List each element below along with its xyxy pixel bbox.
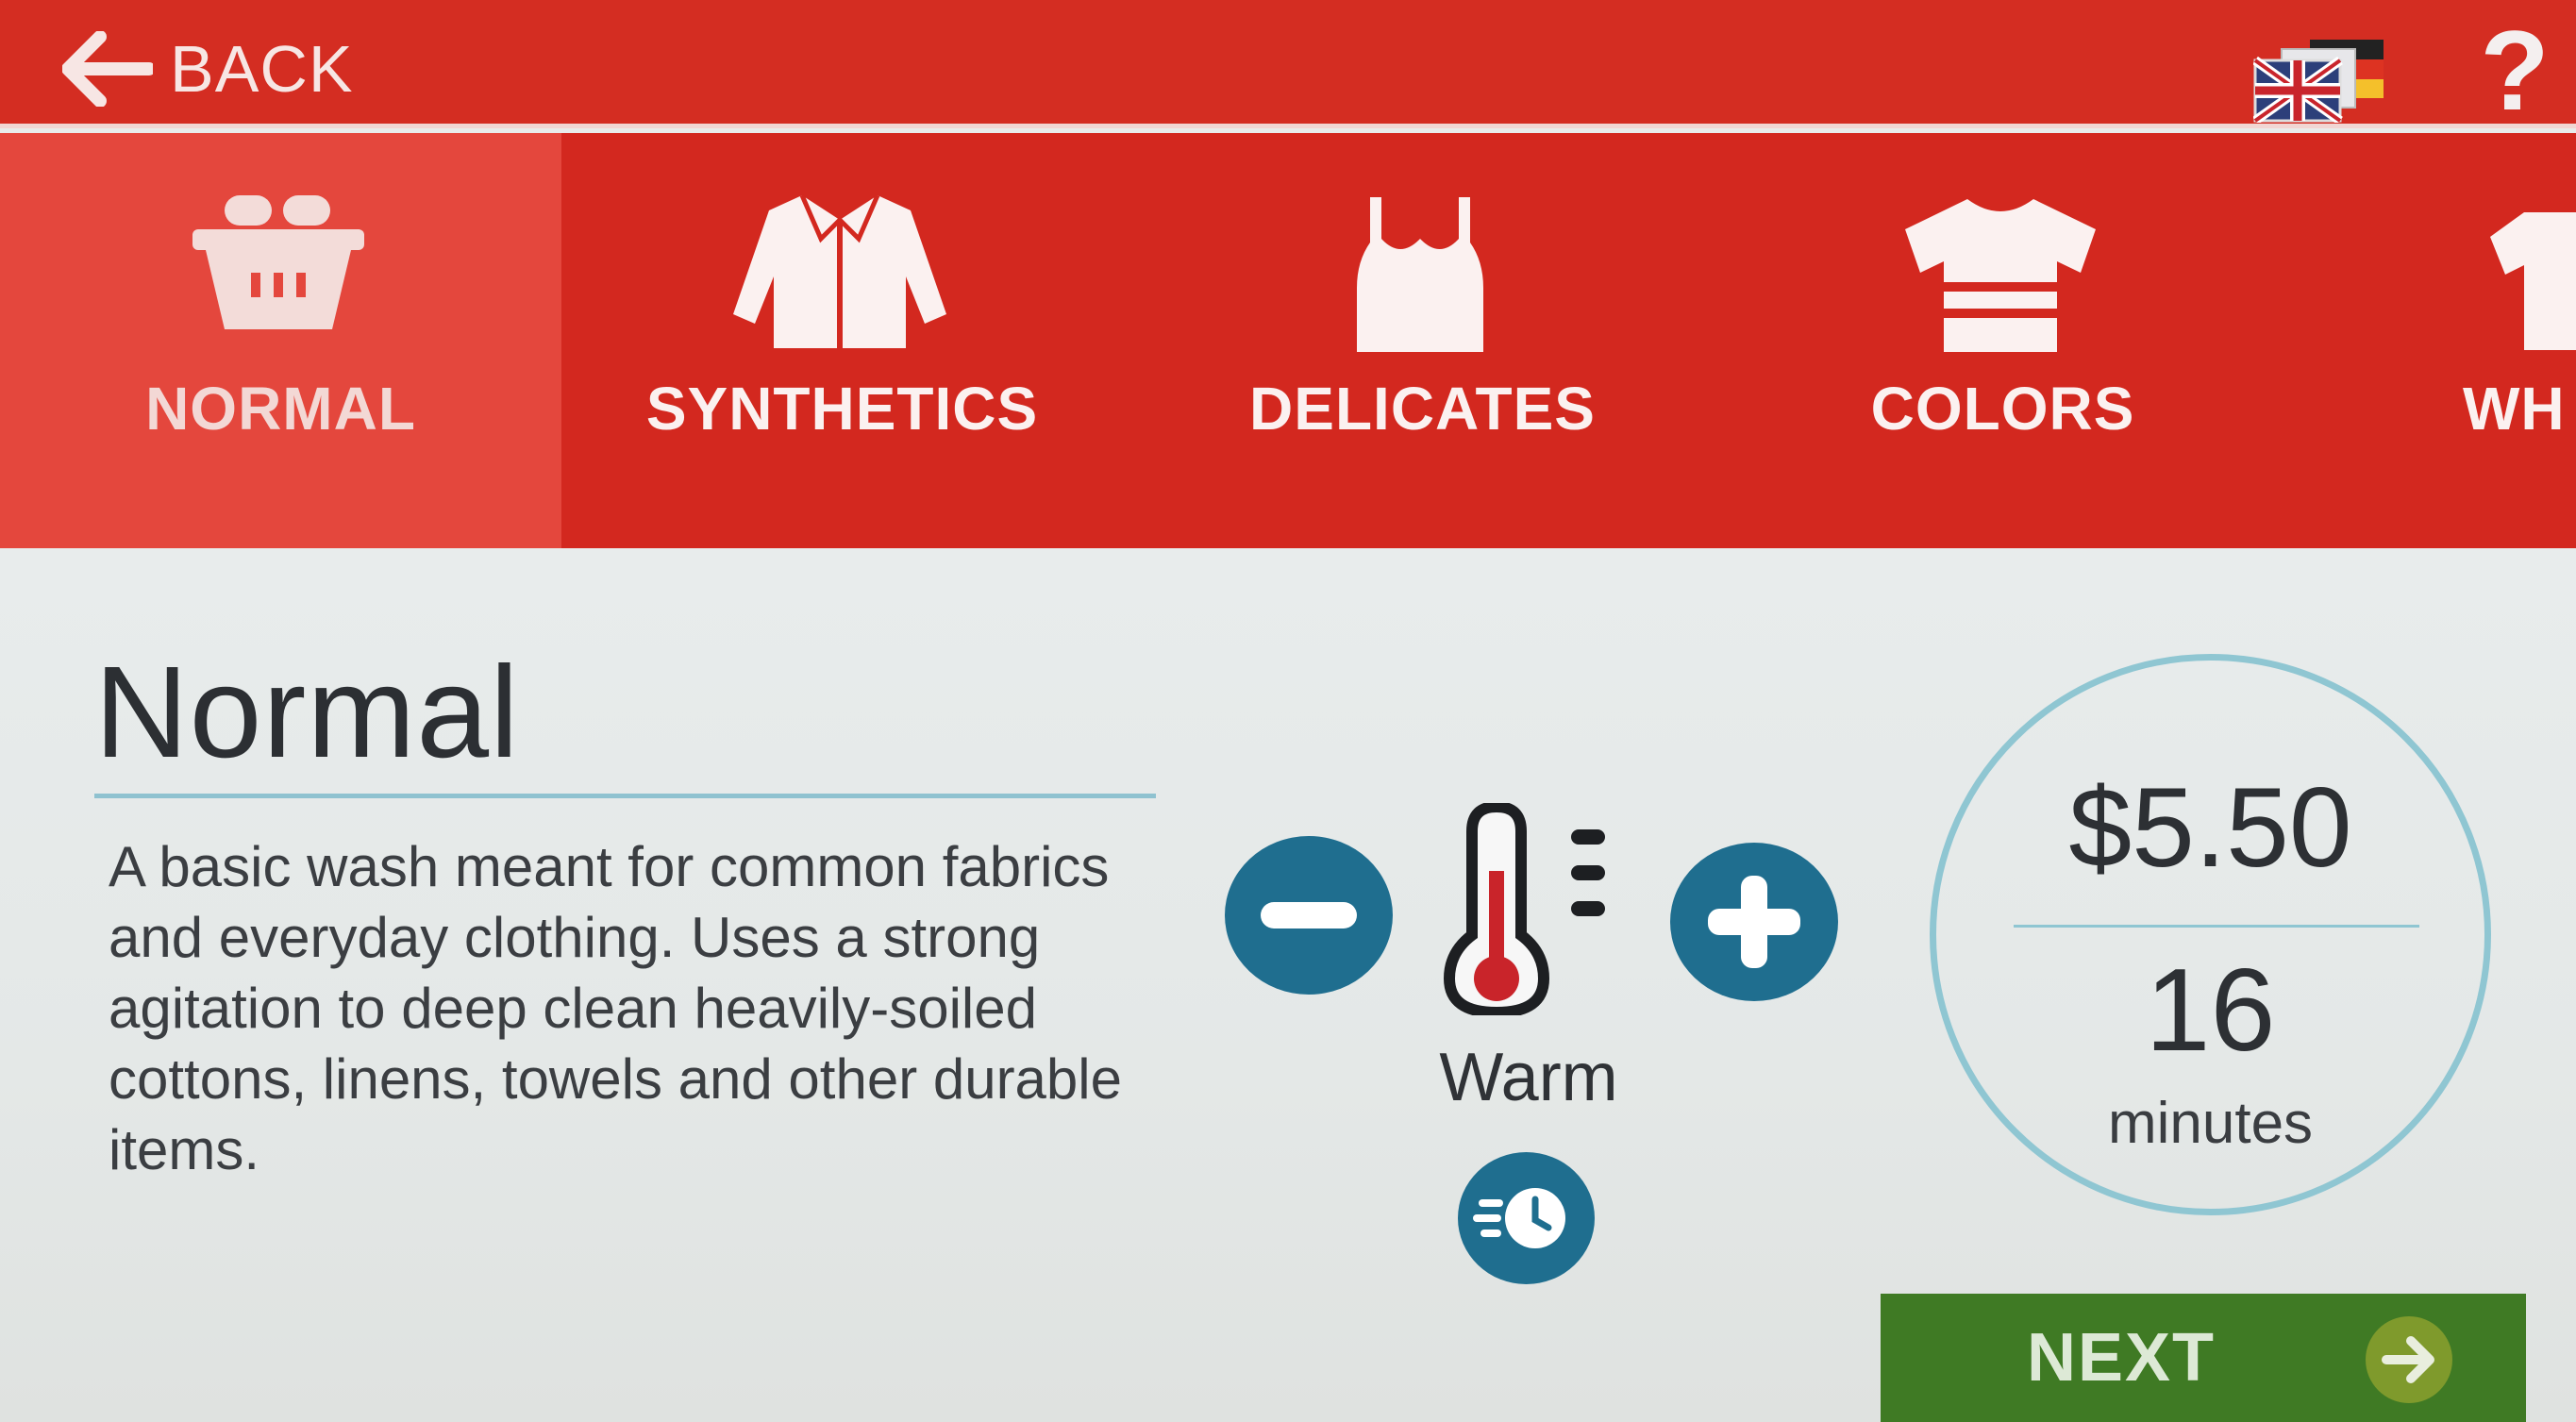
help-button[interactable]: ? bbox=[2472, 14, 2557, 127]
decrease-temperature-button[interactable] bbox=[1225, 836, 1393, 995]
program-label: NORMAL bbox=[145, 375, 416, 443]
program-label: SYNTHETICS bbox=[645, 375, 1039, 443]
program-description: A basic wash meant for common fabrics an… bbox=[109, 835, 1122, 1181]
program-whites[interactable]: WH bbox=[2302, 133, 2576, 548]
program-synthetics[interactable]: SYNTHETICS bbox=[561, 133, 1123, 548]
thermometer-icon bbox=[1443, 803, 1605, 1015]
duration-value: 16 bbox=[2145, 945, 2276, 1076]
title-divider bbox=[94, 794, 1156, 798]
back-label: BACK bbox=[170, 32, 354, 106]
program-label: DELICATES bbox=[1249, 375, 1596, 443]
increase-temperature-button[interactable] bbox=[1670, 843, 1838, 1001]
tshirt-icon bbox=[1905, 199, 2096, 352]
language-flags-icon[interactable] bbox=[2253, 38, 2385, 123]
top-bar: BACK ? bbox=[0, 0, 2576, 128]
plus-icon bbox=[1708, 876, 1800, 968]
program-normal[interactable]: NORMAL bbox=[0, 133, 561, 548]
program-title: Normal bbox=[94, 640, 520, 785]
price-time-summary: $5.50 16 minutes bbox=[1930, 654, 2491, 1215]
program-colors[interactable]: COLORS bbox=[1722, 133, 2283, 548]
price-value: $5.50 bbox=[2068, 764, 2352, 891]
basket-icon bbox=[192, 195, 364, 329]
quick-timer-icon bbox=[1473, 1188, 1565, 1248]
shirt-icon bbox=[2490, 212, 2576, 350]
arrow-left-icon bbox=[62, 31, 153, 107]
program-label: WH bbox=[2463, 375, 2566, 443]
camisole-icon bbox=[1357, 197, 1483, 352]
program-details-panel: Normal A basic wash meant for common fab… bbox=[0, 548, 2576, 1422]
duration-unit: minutes bbox=[2107, 1091, 2314, 1156]
quick-wash-button[interactable] bbox=[1458, 1152, 1595, 1284]
program-strip: NORMAL SYNTHETICS DELICATES COLORS WH bbox=[0, 133, 2576, 548]
next-label: NEXT bbox=[2027, 1320, 2216, 1396]
jacket-icon bbox=[733, 194, 946, 348]
program-label: COLORS bbox=[1870, 375, 2135, 443]
program-delicates[interactable]: DELICATES bbox=[1142, 133, 1703, 548]
temperature-label: Warm bbox=[1439, 1040, 1618, 1115]
back-button[interactable]: BACK bbox=[62, 26, 354, 111]
minus-icon bbox=[1261, 902, 1357, 928]
summary-divider bbox=[2014, 925, 2419, 928]
next-button[interactable]: NEXT bbox=[1881, 1294, 2526, 1422]
arrow-right-icon bbox=[2366, 1316, 2452, 1403]
